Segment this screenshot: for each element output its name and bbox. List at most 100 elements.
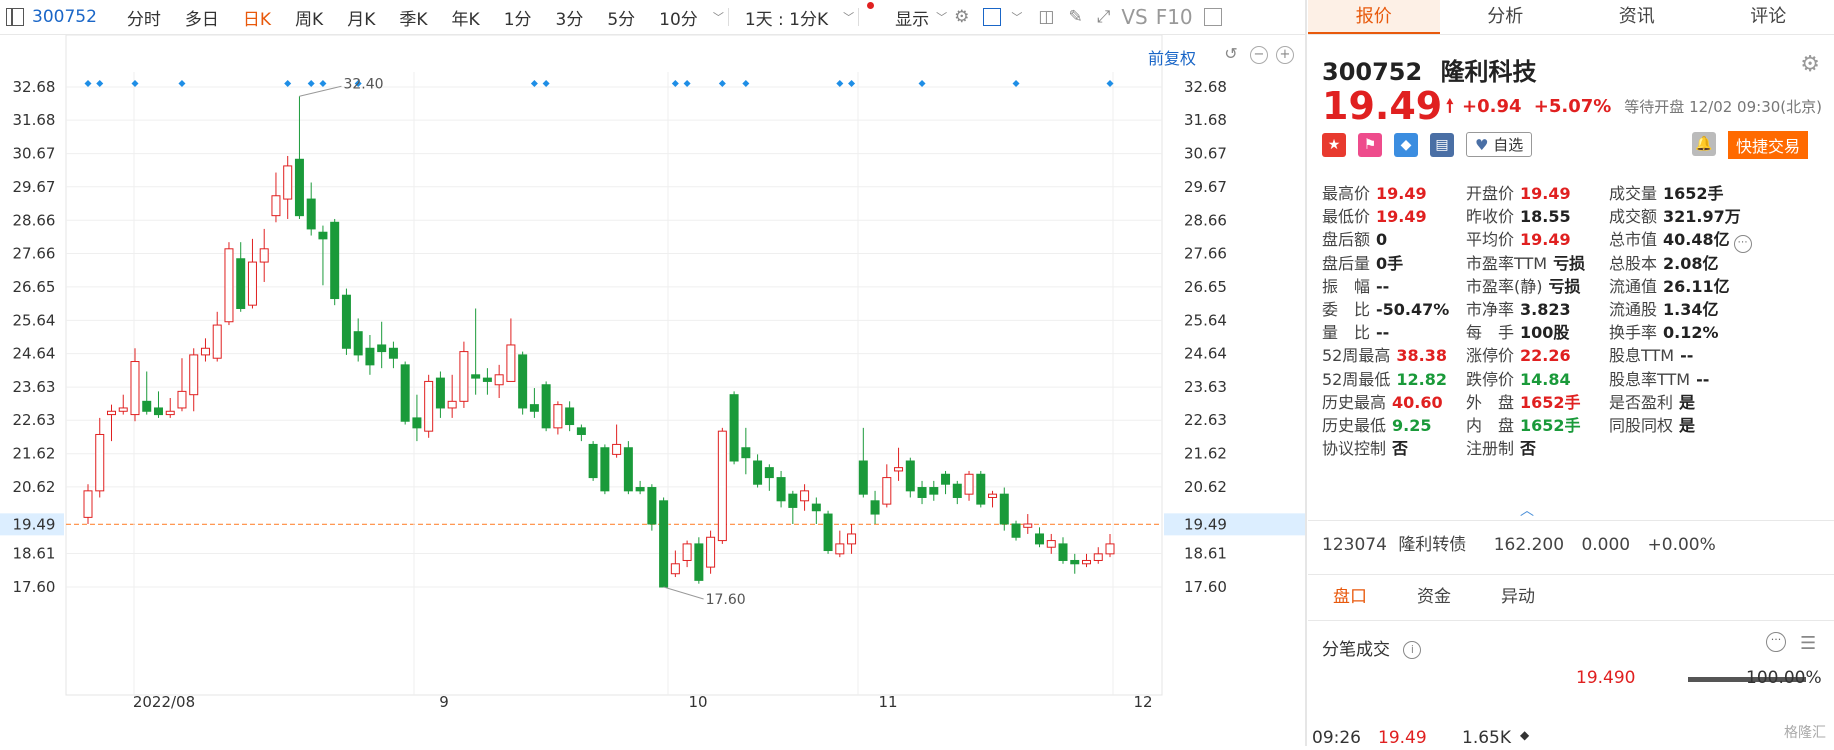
stat-label: 盘后额 <box>1322 230 1370 249</box>
stat-label: 平均价 <box>1466 230 1514 249</box>
add-watchlist-button[interactable]: ♥ 自选 <box>1466 132 1532 157</box>
tab-order-book[interactable]: 盘口 <box>1308 575 1392 619</box>
period-5min[interactable]: 5分 <box>595 5 647 30</box>
stat-label: 市盈率(静) <box>1466 277 1543 296</box>
chevron-down-icon[interactable]: ﹀ <box>713 9 724 25</box>
list-view-icon[interactable]: ☰ <box>1800 633 1816 654</box>
stat-label: 是否盈利 <box>1609 393 1673 412</box>
china-flag-icon: ★ <box>1322 133 1346 157</box>
stat-label: 昨收价 <box>1466 207 1514 226</box>
stat-item: 股息TTM-- <box>1609 342 1693 366</box>
stat-item: 是否盈利是 <box>1609 389 1695 413</box>
candle-down <box>436 378 444 408</box>
tab-movement[interactable]: 异动 <box>1476 575 1560 619</box>
draw-pencil-icon[interactable]: ✎ <box>1068 7 1082 27</box>
kline-svg[interactable]: 32.6832.6831.6831.6830.6730.6729.6729.67… <box>0 35 1305 746</box>
period-3min[interactable]: 3分 <box>544 5 596 30</box>
period-zhouk[interactable]: 周K <box>283 5 335 30</box>
stat-value: -- <box>1696 370 1709 389</box>
settings-icon[interactable]: ⚙ <box>954 7 969 27</box>
stat-item: 每 手100股 <box>1466 319 1569 343</box>
stat-item: 委 比-50.47% <box>1322 296 1449 320</box>
quick-trade-button[interactable]: 快捷交易 <box>1728 131 1808 159</box>
tag-icon[interactable]: ◆ <box>1394 133 1418 157</box>
candle-down <box>319 232 327 239</box>
y-tick-label: 28.66 <box>13 211 56 229</box>
more-options-icon[interactable]: ··· <box>1766 632 1786 652</box>
bookmark-icon[interactable]: ▤ <box>1430 133 1454 157</box>
stat-value: 18.55 <box>1520 207 1571 226</box>
period-10min[interactable]: 10分 <box>647 5 710 30</box>
candle-down <box>648 488 656 524</box>
candle-down <box>154 408 162 415</box>
candle-up <box>965 474 973 494</box>
color-box-icon[interactable] <box>983 8 1001 26</box>
stat-value: 1.34亿 <box>1663 300 1718 319</box>
tab-capital[interactable]: 资金 <box>1392 575 1476 619</box>
period-niank[interactable]: 年K <box>440 5 492 30</box>
fuquan-toggle[interactable]: 前复权 <box>1148 45 1196 69</box>
stat-item: 同股同权是 <box>1609 412 1695 436</box>
chevron-down-icon[interactable]: ﹀ <box>936 9 947 25</box>
event-marker <box>284 80 291 87</box>
candle-up <box>683 544 691 561</box>
y-tick-label: 19.49 <box>13 515 56 533</box>
y-tick-label-right: 17.60 <box>1184 578 1227 596</box>
candle-up <box>613 444 621 454</box>
panel-toggle-icon[interactable] <box>6 8 24 26</box>
stat-value: -- <box>1376 323 1389 342</box>
camera-icon[interactable]: ◫ <box>1038 7 1054 27</box>
period-duori[interactable]: 多日 <box>173 5 231 30</box>
convertible-bond-row[interactable]: 123074 隆利转债 162.200 0.000 +0.00% <box>1322 530 1716 555</box>
stat-value: 19.49 <box>1376 184 1427 203</box>
tick-time: 09:26 <box>1312 728 1361 748</box>
fullscreen-icon[interactable]: ⤢ <box>1097 7 1111 27</box>
chevron-down-icon[interactable]: ﹀ <box>1011 9 1022 25</box>
runner-icon[interactable]: ⚑ <box>1358 133 1382 157</box>
kline-chart[interactable]: 32.6832.6831.6831.6830.6730.6729.6729.67… <box>0 35 1305 746</box>
event-marker <box>319 80 326 87</box>
bell-icon[interactable]: 🔔 <box>1692 132 1716 156</box>
stat-value: 40.60 <box>1392 393 1443 412</box>
period-yuek[interactable]: 月K <box>335 5 387 30</box>
candle-up <box>707 537 715 567</box>
info-icon[interactable]: i <box>1403 641 1421 659</box>
zoom-in-icon[interactable]: + <box>1276 46 1294 64</box>
stat-item: 股息率TTM-- <box>1609 366 1709 390</box>
y-tick-label: 18.61 <box>13 545 56 563</box>
tab-news[interactable]: 资讯 <box>1571 0 1703 34</box>
y-tick-label-right: 29.67 <box>1184 178 1227 196</box>
chevron-down-icon[interactable]: ﹀ <box>843 9 854 25</box>
candle-up <box>260 249 268 262</box>
period-rik[interactable]: 日K <box>231 5 283 30</box>
period-1min[interactable]: 1分 <box>492 5 544 30</box>
candle-down <box>871 501 879 514</box>
more-icon[interactable]: ⋯ <box>1734 235 1752 253</box>
stat-label: 市净率 <box>1466 300 1514 319</box>
candle-down <box>389 348 397 358</box>
undo-icon[interactable]: ↺ <box>1222 46 1240 64</box>
y-tick-label-right: 22.63 <box>1184 411 1227 429</box>
candle-up <box>989 494 997 497</box>
interval-select[interactable]: 1天 : 1分K <box>733 5 840 30</box>
candle-up <box>836 544 844 554</box>
high-price-label: 32.40 <box>343 76 383 92</box>
display-select[interactable]: 显示 <box>863 5 933 30</box>
compare-vs-button[interactable]: VS <box>1121 5 1147 29</box>
stat-item: 盘后量0手 <box>1322 250 1403 274</box>
period-fenshi[interactable]: 分时 <box>115 5 173 30</box>
gear-icon[interactable]: ⚙ <box>1800 52 1820 77</box>
event-marker <box>742 80 749 87</box>
sidebar-toggle-icon[interactable] <box>1204 8 1222 26</box>
zoom-out-icon[interactable]: − <box>1250 46 1268 64</box>
tab-quote[interactable]: 报价 <box>1308 0 1440 34</box>
tick-summary-pct: 100.00% <box>1746 668 1822 688</box>
event-marker <box>178 80 185 87</box>
tab-analysis[interactable]: 分析 <box>1440 0 1572 34</box>
collapse-chevron-icon[interactable]: ︿ <box>1520 500 1534 520</box>
candle-down <box>777 478 785 501</box>
watchlist-label: 自选 <box>1493 136 1523 154</box>
period-jik[interactable]: 季K <box>387 5 439 30</box>
tab-comments[interactable]: 评论 <box>1703 0 1834 34</box>
f10-button[interactable]: F10 <box>1156 5 1193 29</box>
